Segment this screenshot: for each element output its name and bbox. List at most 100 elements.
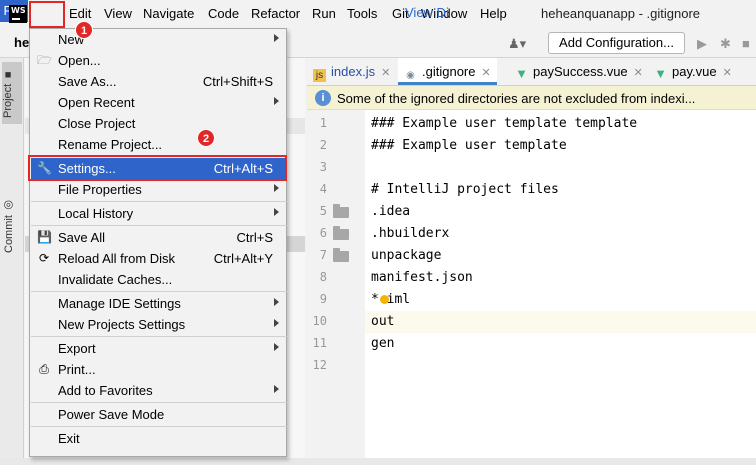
debug-icon[interactable]: ✱ (720, 36, 731, 52)
close-icon[interactable]: ✕ (723, 67, 732, 79)
code-line: manifest.json (371, 270, 473, 285)
code-line: gen (371, 336, 395, 351)
menu-item-rename-project[interactable]: Rename Project... (31, 134, 287, 155)
menu-item-invalidate-caches[interactable]: Invalidate Caches... (31, 269, 287, 290)
chevron-right-icon (274, 34, 279, 42)
tab-paysuccess-vue[interactable]: ▼ paySuccess.vue ✕ (515, 58, 643, 85)
line-number: 9 (319, 292, 327, 306)
line-number: 12 (312, 358, 327, 372)
vue-file-icon: ▼ (654, 66, 667, 81)
step-badge-1: 1 (75, 21, 93, 39)
chevron-right-icon (274, 343, 279, 351)
close-icon[interactable]: ✕ (481, 67, 490, 79)
menu-item-close-project[interactable]: Close Project (31, 113, 287, 134)
menu-item-power-save-mode[interactable]: Power Save Mode (31, 404, 287, 425)
code-line: .idea (371, 204, 411, 219)
line-number: 3 (319, 160, 327, 174)
editor-tabs: js index.js ✕ ◉ .gitignore ✕ ▼ paySuccess.vue… (307, 58, 756, 86)
menu-item-add-to-favorites[interactable]: Add to Favorites (31, 380, 287, 401)
close-icon[interactable]: ✕ (634, 67, 643, 79)
refresh-icon: ⟳ (38, 251, 50, 265)
line-number: 7 (319, 248, 327, 262)
menu-item-save-all[interactable]: 💾 Save All Ctrl+S (31, 227, 287, 248)
menu-separator (31, 426, 287, 427)
menu-separator (31, 225, 287, 226)
folder-icon (333, 204, 349, 218)
add-configuration-button[interactable]: Add Configuration... (548, 32, 685, 54)
chevron-right-icon (274, 97, 279, 105)
chevron-right-icon (274, 184, 279, 192)
code-line: ### Example user template template (371, 116, 638, 131)
menu-view[interactable]: View (104, 6, 132, 21)
code-line: out (371, 314, 395, 329)
menu-separator (31, 336, 287, 337)
menu-run[interactable]: Run (312, 6, 336, 21)
menu-navigate[interactable]: Navigate (143, 6, 194, 21)
line-number: 2 (319, 138, 327, 152)
menu-separator (31, 291, 287, 292)
code-line: # IntelliJ project files (371, 182, 559, 197)
tab-pay-vue[interactable]: ▼ pay.vue ✕ (654, 58, 732, 85)
tab-gitignore[interactable]: ◉ .gitignore ✕ (398, 58, 497, 85)
line-number: 6 (319, 226, 327, 240)
menu-edit[interactable]: Edit (69, 6, 91, 21)
menu-item-exit[interactable]: Exit (31, 428, 287, 449)
line-number: 11 (312, 336, 327, 350)
code-line: .hbuilderx (371, 226, 450, 241)
menu-item-reload-all[interactable]: ⟳ Reload All from Disk Ctrl+Alt+Y (31, 248, 287, 269)
chevron-right-icon (274, 298, 279, 306)
tool-window-stripe: Project ■ Commit ◎ (0, 58, 24, 465)
tab-project[interactable]: Project ■ (2, 62, 22, 124)
code-line: ### Example user template (371, 138, 567, 153)
run-icon[interactable]: ▶ (697, 36, 707, 52)
step-badge-2: 2 (197, 129, 215, 147)
status-bar (0, 458, 756, 465)
js-file-icon: js (313, 69, 326, 82)
menu-item-file-properties[interactable]: File Properties (31, 179, 287, 200)
notification-bar: i Some of the ignored directories are no… (307, 86, 756, 110)
chevron-right-icon (274, 385, 279, 393)
menu-separator (31, 402, 287, 403)
current-line-highlight (365, 311, 756, 333)
window-title: heheanquanapp - .gitignore (541, 6, 701, 21)
menu-item-open[interactable]: 🗁 Open... (31, 50, 287, 71)
menu-item-print[interactable]: ⎙ Print... (31, 359, 287, 380)
menu-code[interactable]: Code (208, 6, 239, 21)
menu-refactor[interactable]: Refactor (251, 6, 300, 21)
info-icon: i (315, 90, 331, 106)
menu-item-manage-ide-settings[interactable]: Manage IDE Settings (31, 293, 287, 314)
coverage-icon[interactable]: ■ (742, 36, 750, 51)
menu-tools[interactable]: Tools (347, 6, 377, 21)
tab-index-js[interactable]: js index.js ✕ (313, 58, 390, 85)
lightbulb-icon[interactable] (380, 295, 389, 304)
line-number: 10 (312, 314, 327, 328)
chevron-right-icon (274, 319, 279, 327)
menu-item-new[interactable]: New (31, 29, 287, 50)
line-number: 1 (319, 116, 327, 130)
printer-icon: ⎙ (39, 362, 49, 376)
view-directories-link[interactable]: View Di (405, 5, 449, 20)
tab-commit[interactable]: Commit ◎ (2, 196, 22, 256)
code-editor[interactable] (365, 110, 756, 465)
code-line: *.iml (371, 292, 411, 307)
menu-separator (31, 201, 287, 202)
menu-item-local-history[interactable]: Local History (31, 203, 287, 224)
gitignore-file-icon: ◉ (406, 70, 415, 81)
menu-item-export[interactable]: Export (31, 338, 287, 359)
menu-bar: WS File Edit View Navigate Code Refactor… (0, 0, 756, 28)
close-icon[interactable]: ✕ (381, 67, 390, 79)
project-breadcrumb[interactable]: he (14, 35, 29, 50)
menu-help[interactable]: Help (480, 6, 507, 21)
folder-icon (333, 226, 349, 240)
folder-open-icon: 🗁 (37, 53, 52, 67)
file-menu: New 🗁 Open... Save As... Ctrl+Shift+S Open… (29, 28, 287, 457)
menu-item-open-recent[interactable]: Open Recent (31, 92, 287, 113)
code-line: unpackage (371, 248, 442, 263)
highlight-box-file (29, 1, 65, 28)
user-icon[interactable]: ♟▾ (508, 36, 526, 52)
line-number: 8 (319, 270, 327, 284)
highlight-box-settings (28, 155, 287, 181)
vue-file-icon: ▼ (515, 66, 528, 81)
menu-item-save-as[interactable]: Save As... Ctrl+Shift+S (31, 71, 287, 92)
menu-item-new-projects-settings[interactable]: New Projects Settings (31, 314, 287, 335)
